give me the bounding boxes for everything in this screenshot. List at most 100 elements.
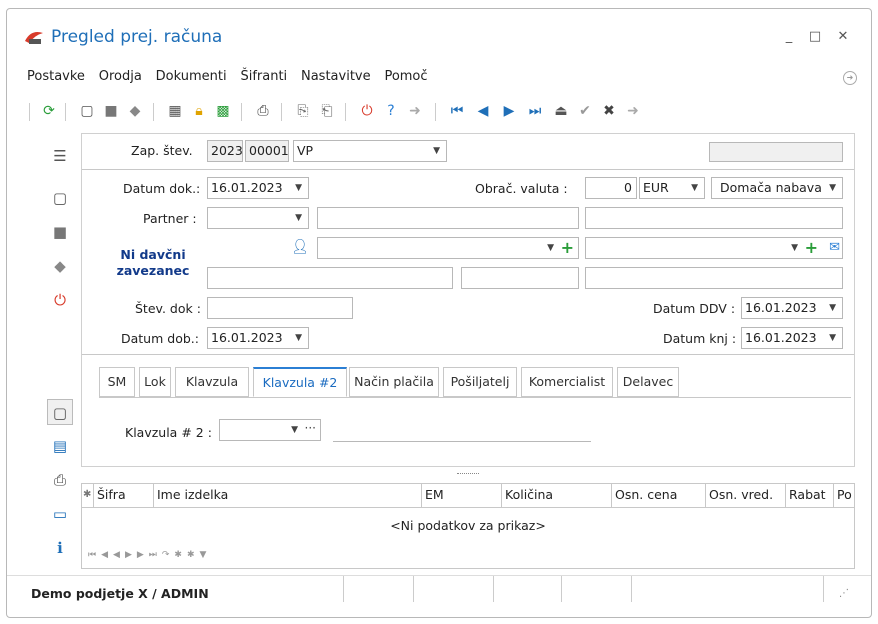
address-select[interactable]: ▼ + ✉	[585, 237, 843, 259]
email-icon[interactable]: ✉	[829, 238, 840, 258]
chevron-down-icon: ▼	[291, 425, 298, 435]
country-field[interactable]	[585, 267, 843, 289]
add-address-icon[interactable]: +	[805, 238, 818, 258]
column-sifra[interactable]: Šifra	[94, 484, 154, 508]
tab-posiljatelj[interactable]: Pošiljatelj	[443, 367, 517, 397]
add-contact-icon[interactable]: +	[561, 238, 574, 258]
status-bar: Demo podjetje X / ADMIN ⋰	[7, 575, 871, 605]
next-record-icon[interactable]: ▶	[499, 101, 519, 121]
datum-ddv-value: 16.01.2023	[745, 300, 817, 315]
previous-record-icon[interactable]: ◀	[473, 101, 493, 121]
datum-knj-field[interactable]: 16.01.2023 ▼	[741, 327, 843, 349]
stev-dok-field[interactable]	[207, 297, 353, 319]
datum-dok-field[interactable]: 16.01.2023 ▼	[207, 177, 309, 199]
chevron-down-icon: ▼	[791, 243, 798, 253]
klavzula-2-select[interactable]: ▼ ···	[219, 419, 321, 441]
chevron-down-icon: ▼	[295, 213, 302, 223]
column-osn-cena[interactable]: Osn. cena	[612, 484, 706, 508]
tab-nacin-placila[interactable]: Način plačila	[349, 367, 439, 397]
last-record-icon[interactable]: ⏭	[525, 101, 545, 121]
nabava-select[interactable]: Domača nabava ▼	[711, 177, 843, 199]
datum-dob-field[interactable]: 16.01.2023 ▼	[207, 327, 309, 349]
menu-orodja[interactable]: Orodja	[99, 69, 142, 84]
app-logo-icon	[25, 32, 43, 44]
info-icon[interactable]: ℹ	[47, 535, 73, 561]
search-table-icon[interactable]: ▤	[47, 433, 73, 459]
new-item-icon[interactable]: ▢	[47, 399, 73, 425]
cancel-icon[interactable]: ✖	[599, 101, 619, 121]
columns-icon[interactable]: ▭	[47, 501, 73, 527]
help-icon[interactable]: ?	[381, 101, 401, 121]
grid-empty-text: <Ni podatkov za prikaz>	[390, 518, 546, 533]
menu-dokumenti[interactable]: Dokumenti	[156, 69, 227, 84]
eject-icon[interactable]: ⏏	[551, 101, 571, 121]
person-icon[interactable]: 👤︎	[291, 239, 309, 255]
grid-star-column[interactable]: ✱	[82, 484, 94, 508]
number-field[interactable]: 00001	[245, 140, 289, 162]
paste-icon[interactable]: ⎗	[317, 101, 337, 121]
hamburger-menu-icon[interactable]: ☰	[47, 143, 73, 169]
left-sidebar: ☰ ▢ ■ ◆ ⏻ ▢ ▤ ⎙ ▭ ℹ	[37, 139, 85, 579]
tab-komercialist[interactable]: Komercialist	[521, 367, 613, 397]
column-po[interactable]: Po	[834, 484, 854, 508]
chevron-down-icon: ▼	[829, 183, 836, 193]
address-line-field[interactable]	[207, 267, 453, 289]
collapse-menu-icon[interactable]: ➜	[843, 71, 857, 85]
power-icon[interactable]: ⏻	[47, 287, 73, 313]
folder-icon[interactable]: ■	[47, 219, 73, 245]
menu-pomoc[interactable]: Pomoč	[384, 69, 427, 84]
year-field[interactable]: 2023	[207, 140, 243, 162]
splitter-handle[interactable]	[457, 473, 479, 475]
chevron-down-icon: ▼	[295, 333, 302, 343]
tab-klavzula-2[interactable]: Klavzula #2	[253, 367, 347, 397]
klavzula-2-label: Klavzula # 2 :	[125, 425, 212, 440]
lock-icon[interactable]: 🔒︎	[189, 101, 209, 121]
forward-icon[interactable]: ➜	[405, 101, 425, 121]
column-ime-izdelka[interactable]: Ime izdelka	[154, 484, 422, 508]
valuta-amount-field[interactable]: 0	[585, 177, 637, 199]
partner-name-field[interactable]	[317, 207, 579, 229]
stev-dok-label: Štev. dok :	[135, 301, 201, 316]
tab-delavec[interactable]: Delavec	[617, 367, 679, 397]
folder-icon[interactable]: ■	[101, 101, 121, 121]
eraser-icon[interactable]: ◆	[47, 253, 73, 279]
partner-extra-field[interactable]	[585, 207, 843, 229]
close-button[interactable]: ✕	[835, 29, 851, 45]
maximize-button[interactable]: □	[807, 29, 823, 45]
more-options-icon[interactable]: ···	[305, 420, 316, 438]
print-icon[interactable]: ⎙	[253, 101, 273, 121]
datum-ddv-field[interactable]: 16.01.2023 ▼	[741, 297, 843, 319]
first-record-icon[interactable]: ⏮	[447, 101, 467, 121]
power-icon[interactable]: ⏻	[357, 101, 377, 121]
grid-settings-icon[interactable]: ▩	[213, 101, 233, 121]
datum-knj-label: Datum knj :	[663, 331, 737, 346]
column-osn-vred[interactable]: Osn. vred.	[706, 484, 786, 508]
refresh-icon[interactable]: ⟳	[39, 101, 59, 121]
tab-sm[interactable]: SM	[99, 367, 135, 397]
column-em[interactable]: EM	[422, 484, 502, 508]
new-document-icon[interactable]: ▢	[77, 101, 97, 121]
new-document-icon[interactable]: ▢	[47, 185, 73, 211]
menu-nastavitve[interactable]: Nastavitve	[301, 69, 371, 84]
menu-postavke[interactable]: Postavke	[27, 69, 85, 84]
tab-lok[interactable]: Lok	[139, 367, 171, 397]
contact-select[interactable]: ▼ +	[317, 237, 579, 259]
copy-icon[interactable]: ⎘	[293, 101, 313, 121]
tab-klavzula[interactable]: Klavzula	[175, 367, 249, 397]
post-field[interactable]	[461, 267, 579, 289]
calculator-icon[interactable]: ▦	[165, 101, 185, 121]
grid-navigator[interactable]: ⏮◀◀▶▶⏭↷✱✱▼	[88, 550, 211, 560]
resize-grip-icon[interactable]: ⋰	[839, 588, 849, 599]
column-rabat[interactable]: Rabat	[786, 484, 834, 508]
column-kolicina[interactable]: Količina	[502, 484, 612, 508]
chevron-down-icon: ▼	[433, 146, 440, 156]
valuta-select[interactable]: EUR ▼	[639, 177, 705, 199]
confirm-icon[interactable]: ✔	[575, 101, 595, 121]
menu-sifranti[interactable]: Šifranti	[240, 69, 287, 84]
eraser-icon[interactable]: ◆	[125, 101, 145, 121]
print-icon[interactable]: ⎙	[47, 467, 73, 493]
doc-type-select[interactable]: VP ▼	[293, 140, 447, 162]
minimize-button[interactable]: _	[781, 29, 797, 45]
partner-select[interactable]: ▼	[207, 207, 309, 229]
forward-small-icon[interactable]: ➜	[623, 101, 643, 121]
